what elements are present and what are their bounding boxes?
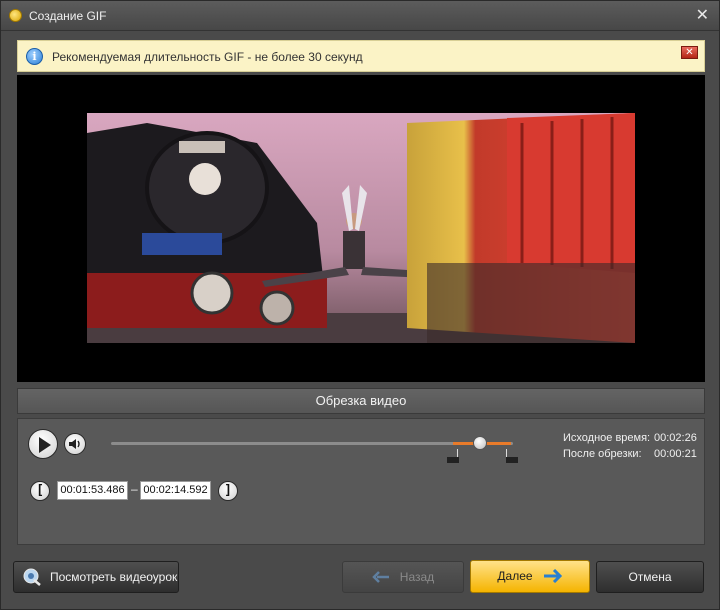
volume-button[interactable] — [64, 433, 86, 455]
set-end-button[interactable]: ] — [218, 481, 238, 501]
set-start-button[interactable]: [ — [30, 481, 50, 501]
banner-close-icon[interactable]: ✕ — [681, 46, 698, 59]
next-button[interactable]: Далее — [470, 560, 590, 593]
trimmed-duration-label: После обрезки: — [563, 448, 642, 460]
next-label: Далее — [497, 569, 533, 583]
gif-creation-dialog: Создание GIF ✕ i Рекомендуемая длительно… — [0, 0, 720, 610]
trim-handle-tip — [446, 457, 459, 463]
duration-labels: Исходное время: После обрезки: — [563, 430, 650, 462]
video-still-image — [87, 113, 635, 343]
tutorial-icon — [23, 568, 41, 586]
duration-values: 00:02:26 00:00:21 — [654, 430, 697, 462]
trim-section-header: Обрезка видео — [17, 388, 705, 414]
cancel-button[interactable]: Отмена — [596, 561, 704, 593]
volume-icon — [69, 439, 80, 449]
title-bar: Создание GIF ✕ — [1, 1, 719, 31]
source-duration-label: Исходное время: — [563, 432, 651, 444]
back-button[interactable]: Назад — [342, 561, 464, 593]
trim-handle-tip — [506, 457, 519, 463]
info-banner: i Рекомендуемая длительность GIF - не бо… — [17, 40, 705, 72]
window-title: Создание GIF — [29, 9, 107, 23]
arrow-left-icon — [372, 571, 389, 583]
watch-tutorial-button[interactable]: Посмотреть видеоурок — [13, 561, 179, 593]
info-icon: i — [26, 48, 43, 65]
video-frame — [87, 113, 635, 343]
arrow-right-icon — [543, 569, 562, 583]
start-time-field[interactable]: 00:01:53.486 — [57, 481, 128, 500]
close-icon[interactable]: ✕ — [696, 6, 709, 24]
time-separator: – — [131, 482, 138, 496]
play-button[interactable] — [28, 429, 58, 459]
back-label: Назад — [399, 570, 435, 584]
playhead-knob[interactable] — [472, 436, 487, 450]
trim-panel: Исходное время: После обрезки: 00:02:26 … — [17, 418, 705, 545]
timeline-slider[interactable] — [111, 436, 519, 463]
watch-tutorial-label: Посмотреть видеоурок — [50, 570, 178, 584]
trim-end-handle[interactable] — [506, 449, 519, 463]
trimmed-duration-value: 00:00:21 — [654, 448, 697, 460]
banner-text: Рекомендуемая длительность GIF - не боле… — [52, 50, 363, 64]
trim-start-handle[interactable] — [446, 449, 459, 463]
source-duration-value: 00:02:26 — [654, 432, 697, 444]
app-icon — [9, 9, 22, 22]
video-preview — [17, 75, 705, 382]
end-time-field[interactable]: 00:02:14.592 — [140, 481, 211, 500]
